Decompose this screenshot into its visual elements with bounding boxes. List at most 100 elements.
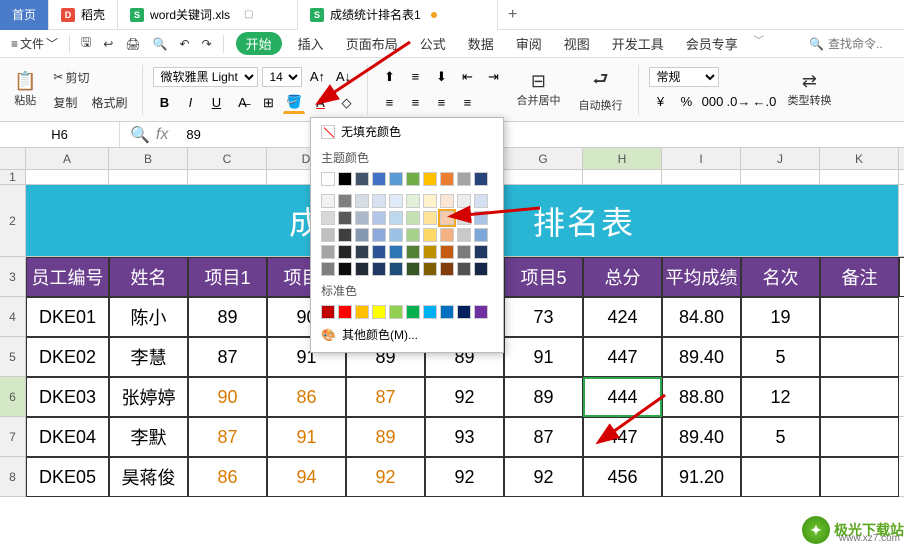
color-swatch[interactable] — [338, 211, 352, 225]
col-header-H[interactable]: H — [583, 148, 662, 170]
color-swatch[interactable] — [474, 305, 488, 319]
select-all-corner[interactable] — [0, 148, 26, 170]
header-cell[interactable]: 名次 — [741, 257, 820, 297]
data-cell[interactable]: 94 — [267, 457, 346, 497]
fill-color-button[interactable]: 🪣 — [283, 92, 305, 114]
color-swatch[interactable] — [321, 228, 335, 242]
tab-file-1[interactable]: Sword关键词.xls▢ — [118, 0, 298, 30]
align-left-button[interactable]: ≡ — [378, 92, 400, 114]
font-color-button[interactable]: A — [309, 92, 331, 114]
color-swatch[interactable] — [440, 245, 454, 259]
color-swatch[interactable] — [457, 228, 471, 242]
wrap-text-button[interactable]: ⮐自动换行 — [572, 65, 628, 115]
data-cell[interactable]: 87 — [346, 377, 425, 417]
row-header-1[interactable]: 1 — [0, 170, 26, 185]
color-swatch[interactable] — [474, 262, 488, 276]
data-cell[interactable] — [820, 297, 899, 337]
data-cell[interactable]: DKE04 — [26, 417, 109, 457]
menu-insert[interactable]: 插入 — [292, 32, 330, 55]
cell[interactable] — [504, 170, 583, 185]
color-swatch[interactable] — [338, 228, 352, 242]
data-cell[interactable]: 昊蒋俊 — [109, 457, 188, 497]
cut-button[interactable]: ✂剪切 — [48, 66, 132, 89]
header-cell[interactable]: 平均成绩 — [662, 257, 741, 297]
type-convert-button[interactable]: ⇄类型转换 — [781, 69, 837, 110]
row-header-7[interactable]: 7 — [0, 417, 26, 457]
data-cell[interactable]: 91 — [267, 417, 346, 457]
italic-button[interactable]: I — [179, 92, 201, 114]
color-swatch[interactable] — [423, 305, 437, 319]
col-header-B[interactable]: B — [109, 148, 188, 170]
data-cell[interactable] — [820, 377, 899, 417]
lookup-icon[interactable]: 🔍 — [130, 125, 150, 145]
fx-icon[interactable]: fx — [156, 126, 168, 144]
strike-button[interactable]: A̶ — [231, 92, 253, 114]
cell[interactable] — [899, 185, 904, 257]
cell[interactable] — [899, 457, 904, 497]
color-swatch[interactable] — [440, 228, 454, 242]
color-swatch[interactable] — [423, 245, 437, 259]
color-swatch[interactable] — [440, 172, 454, 186]
bold-button[interactable]: B — [153, 92, 175, 114]
align-center-button[interactable]: ≡ — [404, 92, 426, 114]
data-cell[interactable]: 447 — [583, 337, 662, 377]
data-cell[interactable]: 89.40 — [662, 417, 741, 457]
color-swatch[interactable] — [474, 211, 488, 225]
cell[interactable] — [26, 170, 109, 185]
color-swatch[interactable] — [372, 305, 386, 319]
color-swatch[interactable] — [423, 262, 437, 276]
data-cell[interactable]: 91 — [504, 337, 583, 377]
color-swatch[interactable] — [440, 305, 454, 319]
data-cell[interactable]: DKE01 — [26, 297, 109, 337]
menu-button[interactable]: ≡ 文件 ﹀ — [6, 32, 63, 55]
color-swatch[interactable] — [440, 262, 454, 276]
percent-button[interactable]: % — [675, 91, 697, 113]
menu-view[interactable]: 视图 — [558, 32, 596, 55]
color-swatch[interactable] — [440, 194, 454, 208]
align-right-button[interactable]: ≡ — [430, 92, 452, 114]
tab-home[interactable]: 首页 — [0, 0, 49, 30]
color-swatch[interactable] — [389, 211, 403, 225]
color-swatch[interactable] — [389, 172, 403, 186]
paste-button[interactable]: 📋粘贴 — [8, 69, 42, 110]
align-justify-button[interactable]: ≡ — [456, 92, 478, 114]
data-cell[interactable] — [820, 457, 899, 497]
row-header-3[interactable]: 3 — [0, 257, 26, 297]
cell[interactable] — [662, 170, 741, 185]
header-cell[interactable]: 姓名 — [109, 257, 188, 297]
data-cell[interactable]: 陈小 — [109, 297, 188, 337]
color-swatch[interactable] — [474, 194, 488, 208]
col-header-G[interactable]: G — [504, 148, 583, 170]
tab-doke[interactable]: D稻壳 — [49, 0, 118, 30]
cell[interactable] — [188, 170, 267, 185]
align-top-button[interactable]: ⬆ — [378, 66, 400, 88]
qat-redo[interactable]: ↷ — [197, 34, 217, 54]
color-swatch[interactable] — [372, 262, 386, 276]
data-cell[interactable]: 李默 — [109, 417, 188, 457]
color-swatch[interactable] — [389, 262, 403, 276]
header-cell[interactable]: 总分 — [583, 257, 662, 297]
qat-preview[interactable]: 🔍 — [148, 34, 173, 54]
row-header-8[interactable]: 8 — [0, 457, 26, 497]
color-swatch[interactable] — [474, 245, 488, 259]
copy-button[interactable]: 复制 — [48, 91, 82, 114]
color-swatch[interactable] — [457, 211, 471, 225]
search-input[interactable] — [828, 37, 898, 51]
cell[interactable] — [899, 297, 904, 337]
data-cell[interactable]: DKE03 — [26, 377, 109, 417]
color-swatch[interactable] — [389, 245, 403, 259]
header-cell[interactable]: 员工编号 — [26, 257, 109, 297]
row-header-5[interactable]: 5 — [0, 337, 26, 377]
data-cell[interactable]: 424 — [583, 297, 662, 337]
tab-add-button[interactable]: + — [498, 6, 527, 24]
inc-decimal-button[interactable]: .0→ — [727, 91, 749, 113]
color-swatch[interactable] — [355, 211, 369, 225]
data-cell[interactable]: 92 — [346, 457, 425, 497]
cell[interactable] — [899, 417, 904, 457]
data-cell[interactable]: 5 — [741, 337, 820, 377]
dec-decimal-button[interactable]: ←.0 — [753, 91, 775, 113]
color-swatch[interactable] — [321, 262, 335, 276]
qat-back[interactable]: ↩ — [98, 34, 118, 54]
tab-file-2[interactable]: S成绩统计排名表1 — [298, 0, 498, 30]
color-swatch[interactable] — [406, 211, 420, 225]
